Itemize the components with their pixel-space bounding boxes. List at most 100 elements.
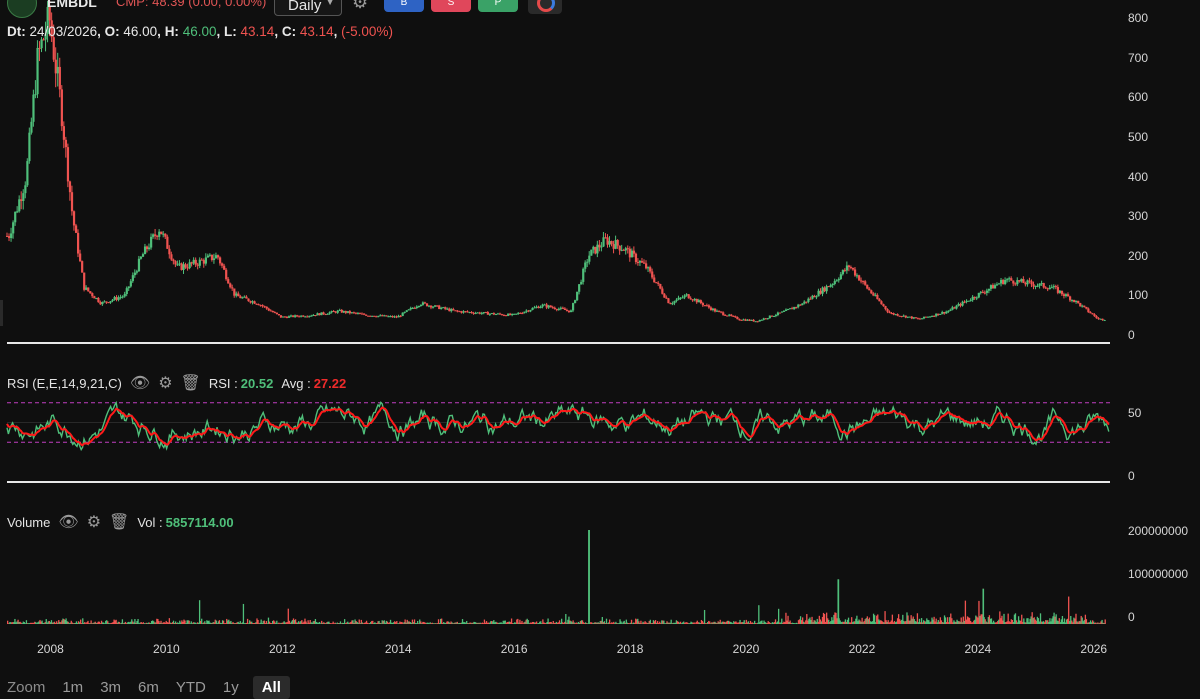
price-tick-label: 100 (1128, 288, 1149, 303)
price-candle (888, 311, 891, 314)
price-candle (180, 263, 183, 270)
zoom-ytd-button[interactable]: YTD (176, 679, 206, 696)
panel-handle[interactable] (0, 300, 3, 326)
price-candle (707, 305, 711, 308)
price-candle (117, 297, 120, 300)
price-candle (673, 300, 676, 304)
timeframe-select[interactable]: Daily ▼ (274, 0, 342, 16)
price-candle (825, 286, 828, 292)
price-candle (866, 284, 869, 289)
price-candle (576, 291, 579, 301)
buy-button[interactable]: B (384, 0, 424, 12)
price-candle (1058, 290, 1062, 293)
price-candle (1056, 287, 1060, 293)
price-candle (683, 295, 686, 298)
price-candle (1081, 305, 1084, 307)
price-candle (837, 279, 840, 281)
gear-icon[interactable]: ⚙ (158, 373, 172, 393)
price-candle (119, 296, 122, 298)
zoom-1y-button[interactable]: 1y (223, 679, 239, 696)
price-candle (596, 244, 599, 254)
price-candle (466, 311, 469, 313)
pane-separator[interactable] (7, 342, 1110, 344)
price-candle (1048, 287, 1051, 290)
price-candle (795, 306, 798, 308)
price-candle (541, 304, 544, 307)
price-candle (809, 298, 812, 300)
price-candle (425, 303, 429, 307)
price-candle (681, 297, 684, 299)
price-candle (851, 267, 855, 270)
price-candle (462, 311, 465, 313)
price-candle (478, 312, 481, 314)
price-candle (115, 297, 118, 300)
volume-tick-label: 100000000 (1128, 567, 1189, 581)
price-candle (730, 314, 733, 316)
trash-icon[interactable]: 🗑 (109, 512, 129, 532)
price-candle (634, 253, 638, 262)
price-candle (219, 257, 222, 264)
price-candle (535, 306, 538, 308)
chart-area[interactable] (0, 0, 1200, 699)
refresh-icon[interactable] (528, 0, 562, 14)
price-candle (602, 237, 605, 247)
price-candle (515, 313, 518, 315)
time-tick-label: 2024 (964, 642, 992, 656)
zoom-bar: Zoom 1m 3m 6m YTD 1y All (7, 676, 290, 699)
company-logo (7, 0, 37, 18)
price-candle (803, 301, 806, 304)
volume-tick-label: 0 (1128, 610, 1135, 624)
price-candle (705, 305, 709, 307)
volume-bar (242, 603, 245, 624)
price-candle (255, 303, 258, 305)
price-candle (874, 294, 877, 296)
zoom-all-button[interactable]: All (252, 676, 290, 699)
zoom-3m-button[interactable]: 3m (100, 679, 121, 696)
price-candle (438, 305, 441, 310)
price-candle (622, 249, 625, 251)
price-candle (655, 282, 658, 284)
price-candle (202, 260, 205, 264)
price-candle (1099, 318, 1102, 320)
price-candle (1014, 283, 1017, 285)
price-candle (620, 249, 623, 251)
price-candle (740, 319, 743, 321)
price-candle (746, 319, 749, 321)
price-candle (718, 310, 721, 312)
price-candle (647, 267, 650, 269)
volume-bar (703, 609, 706, 624)
price-candle (813, 295, 816, 298)
trash-icon[interactable]: 🗑 (181, 373, 201, 393)
time-tick-label: 2014 (384, 642, 412, 656)
price-candle (939, 313, 942, 315)
price-candle (200, 259, 203, 261)
price-candle (34, 94, 37, 96)
price-candle (699, 300, 702, 304)
gear-icon[interactable]: ⚙ (352, 0, 368, 13)
price-candle (914, 317, 918, 319)
eye-icon[interactable]: 👁 (130, 373, 150, 393)
price-candle (429, 305, 433, 308)
eye-icon[interactable]: 👁 (58, 512, 78, 532)
price-candle (395, 316, 398, 318)
gear-icon[interactable]: ⚙ (87, 512, 101, 532)
price-candle (204, 257, 208, 264)
price-candle (1071, 299, 1074, 301)
price-candle (77, 232, 80, 254)
zoom-1m-button[interactable]: 1m (62, 679, 83, 696)
price-candle (156, 235, 159, 237)
price-candle (105, 301, 108, 303)
price-candle (547, 305, 550, 308)
price-candle (1097, 317, 1100, 319)
pane-separator[interactable] (7, 481, 1110, 483)
portfolio-button[interactable]: P (478, 0, 518, 12)
price-candle (225, 269, 228, 280)
price-candle (612, 244, 615, 249)
price-candle (979, 291, 982, 293)
volume-bar (246, 618, 249, 624)
volume-pane (7, 530, 1106, 624)
zoom-6m-button[interactable]: 6m (138, 679, 159, 696)
price-candle (166, 236, 169, 249)
price-candle (981, 291, 984, 293)
sell-button[interactable]: S (431, 0, 471, 12)
